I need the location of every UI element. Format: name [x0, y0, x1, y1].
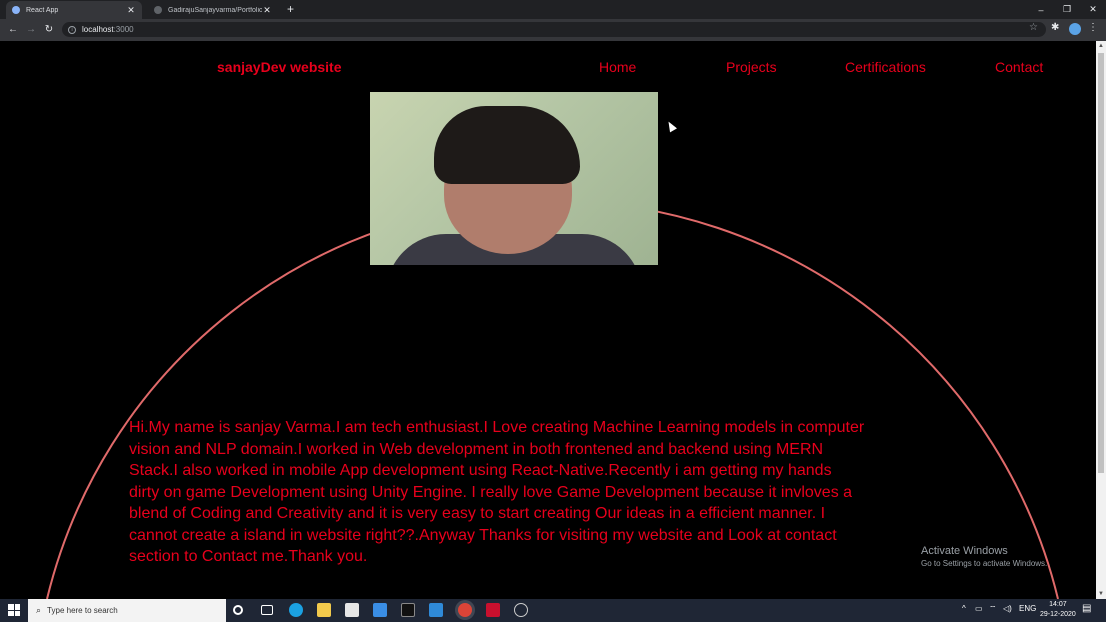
vscode-icon[interactable]	[429, 603, 443, 617]
window-close-icon[interactable]: ✕	[1080, 0, 1106, 19]
nav-contact[interactable]: Contact	[995, 59, 1043, 75]
bio-line: section to Contact me.Thank you.	[129, 548, 368, 565]
notifications-icon[interactable]: ▤	[1082, 603, 1091, 614]
mail-icon[interactable]	[373, 603, 387, 617]
bio-line: blend of Coding and Creativity and it is…	[129, 505, 826, 522]
bio-line: dirty on game Development using Unity En…	[129, 483, 853, 501]
bio-text: Hi.My name is sanjay Varma.I am tech ent…	[129, 417, 989, 568]
scrollbar-thumb[interactable]	[1098, 53, 1104, 473]
github-favicon-icon	[154, 6, 162, 14]
menu-kebab-icon[interactable]: ⋮	[1088, 22, 1098, 33]
extensions-puzzle-icon[interactable]: ✱	[1051, 22, 1059, 33]
chrome-icon[interactable]	[458, 603, 472, 617]
edge-icon[interactable]	[289, 603, 303, 617]
nav-certifications[interactable]: Certifications	[845, 59, 926, 75]
profile-photo	[370, 92, 658, 265]
browser-tab-bar: React App ✕ GadirajuSanjayvarma/Portfoli…	[0, 0, 1106, 19]
bio-line: vision and NLP domain.I worked in Web de…	[129, 440, 824, 458]
terminal-icon[interactable]	[401, 603, 415, 617]
task-view-icon[interactable]	[261, 605, 273, 615]
reload-icon[interactable]: ↻	[42, 22, 56, 36]
tray-wifi-icon[interactable]: ⌔	[989, 604, 997, 614]
taskbar-clock[interactable]: 14:07 29-12-2020	[1040, 600, 1076, 620]
windows-start-icon[interactable]	[8, 604, 20, 616]
unity-icon[interactable]	[514, 603, 528, 617]
restore-icon[interactable]: ❐	[1054, 0, 1080, 19]
windows-taskbar: ⌕ Type here to search ^ ▭ ⌔ ◁) ENG 14:07…	[0, 599, 1106, 622]
bio-line: Stack.I also worked in mobile App develo…	[129, 462, 832, 479]
react-favicon-icon	[12, 6, 20, 14]
url-port: :3000	[113, 25, 134, 34]
bio-line: Hi.My name is sanjay Varma.I am tech ent…	[129, 419, 865, 436]
app-red-icon[interactable]	[486, 603, 500, 617]
tab-title: GadirajuSanjayvarma/PortfolioW	[168, 6, 262, 14]
close-icon[interactable]: ✕	[126, 5, 136, 16]
clock-time: 14:07	[1049, 601, 1067, 608]
tray-chevron-up-icon[interactable]: ^	[962, 604, 966, 613]
bio-line: cannot create a island in website right?…	[129, 526, 837, 544]
close-icon[interactable]: ✕	[262, 5, 272, 16]
language-indicator[interactable]: ENG	[1019, 604, 1036, 613]
tab-github-portfolio[interactable]: GadirajuSanjayvarma/PortfolioW ✕	[148, 1, 278, 19]
scroll-down-arrow-icon[interactable]: ▼	[1098, 591, 1104, 597]
web-page: sanjayDev website Home Projects Certific…	[0, 41, 1096, 599]
taskbar-search-input[interactable]: ⌕ Type here to search	[28, 599, 226, 622]
forward-arrow-icon[interactable]: →	[24, 22, 38, 36]
tab-react-app[interactable]: React App ✕	[6, 1, 142, 19]
new-tab-plus-icon[interactable]: +	[287, 2, 294, 16]
file-explorer-icon[interactable]	[317, 603, 331, 617]
clock-date: 29-12-2020	[1040, 611, 1076, 618]
search-icon: ⌕	[36, 605, 42, 615]
site-brand[interactable]: sanjayDev website	[217, 59, 342, 75]
site-info-icon[interactable]: i	[68, 25, 76, 34]
minimize-icon[interactable]: –	[1028, 0, 1054, 19]
watermark-subtitle: Go to Settings to activate Windows.	[921, 559, 1048, 568]
tab-title: React App	[26, 6, 59, 14]
store-icon[interactable]	[345, 603, 359, 617]
page-scrollbar[interactable]: ▲ ▼	[1096, 41, 1106, 599]
tray-volume-icon[interactable]: ◁)	[1003, 604, 1012, 613]
back-arrow-icon[interactable]: ←	[6, 22, 20, 36]
tray-network-icon[interactable]: ▭	[975, 604, 983, 613]
browser-toolbar: ← → ↻ i localhost:3000 ☆ ✱ ⋮	[0, 19, 1106, 41]
nav-projects[interactable]: Projects	[726, 59, 777, 75]
search-placeholder: Type here to search	[47, 606, 118, 615]
watermark-title: Activate Windows	[921, 545, 1008, 557]
activate-windows-watermark: Activate Windows Go to Settings to activ…	[921, 545, 1047, 568]
bookmark-star-icon[interactable]: ☆	[1029, 22, 1038, 33]
profile-avatar[interactable]	[1069, 23, 1081, 35]
scroll-up-arrow-icon[interactable]: ▲	[1098, 43, 1104, 49]
address-bar[interactable]: i localhost:3000 ☆	[62, 22, 1046, 37]
nav-home[interactable]: Home	[599, 59, 636, 75]
cortana-icon[interactable]	[233, 605, 243, 615]
url-host: localhost	[82, 25, 114, 34]
